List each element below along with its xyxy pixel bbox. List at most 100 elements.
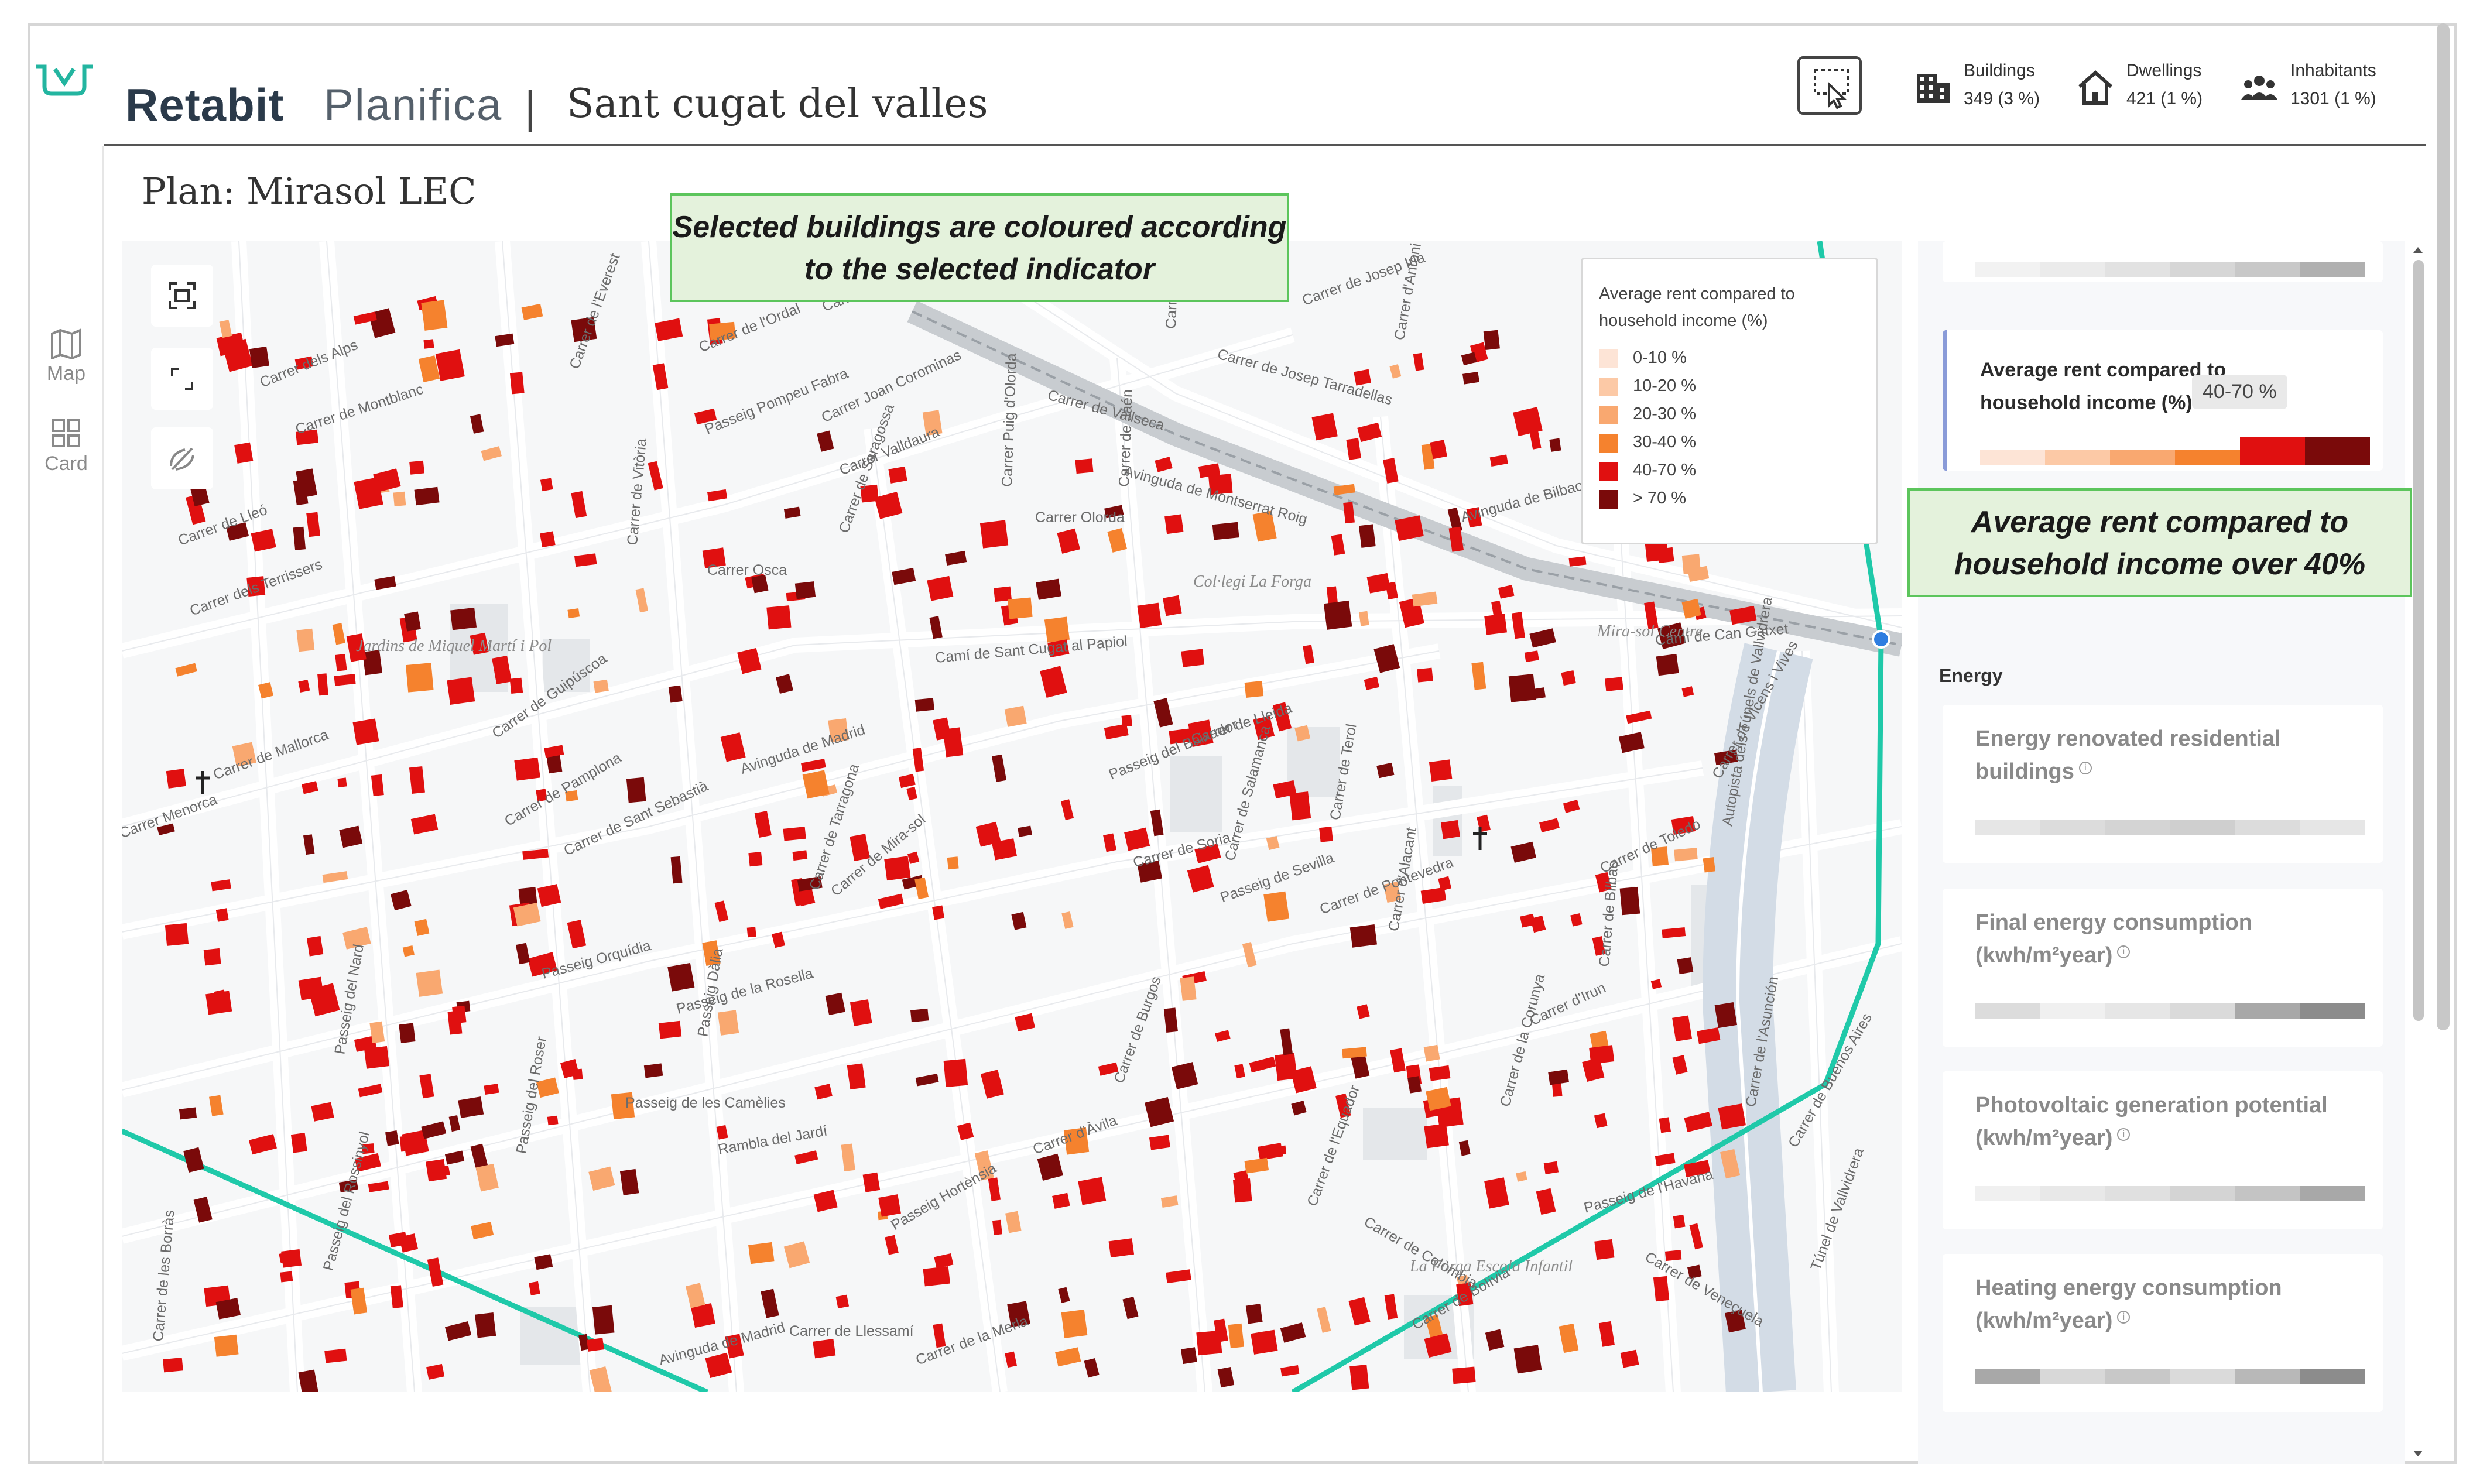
building-shape[interactable] bbox=[290, 1133, 307, 1153]
building-shape[interactable] bbox=[1594, 1113, 1608, 1129]
building-shape[interactable] bbox=[1674, 848, 1698, 862]
building-shape[interactable] bbox=[1483, 330, 1500, 351]
building-shape[interactable] bbox=[470, 414, 484, 434]
building-shape[interactable] bbox=[1121, 715, 1132, 727]
building-shape[interactable] bbox=[1461, 352, 1477, 366]
building-shape[interactable] bbox=[303, 834, 315, 855]
building-shape[interactable] bbox=[1103, 833, 1116, 852]
building-shape[interactable] bbox=[862, 1172, 881, 1192]
building-shape[interactable] bbox=[1349, 1365, 1369, 1390]
building-shape[interactable] bbox=[761, 1288, 779, 1318]
building-shape[interactable] bbox=[1348, 1297, 1371, 1326]
scroll-up-icon[interactable] bbox=[2407, 241, 2429, 259]
building-shape[interactable] bbox=[334, 674, 356, 686]
building-shape[interactable] bbox=[1536, 1188, 1556, 1215]
building-shape[interactable] bbox=[588, 1166, 615, 1191]
building-shape[interactable] bbox=[1075, 458, 1094, 474]
building-shape[interactable] bbox=[927, 575, 954, 601]
building-shape[interactable] bbox=[1471, 662, 1486, 690]
building-shape[interactable] bbox=[593, 679, 609, 693]
building-shape[interactable] bbox=[249, 346, 269, 368]
page-scrollbar-thumb[interactable] bbox=[2437, 23, 2450, 1030]
building-shape[interactable] bbox=[529, 1281, 540, 1295]
building-shape[interactable] bbox=[1233, 1178, 1252, 1203]
building-shape[interactable] bbox=[1244, 681, 1264, 698]
building-shape[interactable] bbox=[298, 680, 310, 693]
scroll-down-icon[interactable] bbox=[2407, 1445, 2429, 1462]
building-shape[interactable] bbox=[1672, 1015, 1693, 1041]
building-shape[interactable] bbox=[211, 879, 231, 892]
building-shape[interactable] bbox=[416, 969, 443, 997]
building-shape[interactable] bbox=[1714, 1002, 1738, 1029]
panel-scrollbar[interactable] bbox=[2407, 241, 2429, 1464]
building-shape[interactable] bbox=[163, 1357, 183, 1373]
building-shape[interactable] bbox=[947, 856, 959, 870]
building-shape[interactable] bbox=[1280, 1028, 1293, 1055]
building-shape[interactable] bbox=[1040, 666, 1067, 698]
building-shape[interactable] bbox=[748, 851, 763, 867]
building-shape[interactable] bbox=[298, 1369, 319, 1392]
building-shape[interactable] bbox=[1289, 791, 1311, 821]
building-shape[interactable] bbox=[1718, 1103, 1746, 1130]
building-shape[interactable] bbox=[1364, 676, 1380, 690]
building-shape[interactable] bbox=[1598, 1321, 1615, 1347]
building-shape[interactable] bbox=[324, 1348, 347, 1363]
building-shape[interactable] bbox=[1108, 1238, 1135, 1258]
energy-card-renovated[interactable]: Energy renovated residential buildings i bbox=[1943, 705, 2383, 863]
energy-card-final-consumption[interactable]: Final energy consumption (kwh/m²year) i bbox=[1943, 889, 2383, 1047]
building-shape[interactable] bbox=[658, 1020, 682, 1039]
building-shape[interactable] bbox=[404, 611, 421, 632]
building-shape[interactable] bbox=[714, 900, 729, 923]
building-shape[interactable] bbox=[668, 685, 683, 703]
building-shape[interactable] bbox=[1057, 528, 1080, 554]
building-shape[interactable] bbox=[1561, 670, 1576, 686]
building-shape[interactable] bbox=[1052, 1192, 1070, 1209]
building-shape[interactable] bbox=[248, 1134, 277, 1155]
building-shape[interactable] bbox=[306, 935, 324, 957]
building-shape[interactable] bbox=[306, 512, 320, 537]
building-shape[interactable] bbox=[1440, 820, 1461, 839]
building-shape[interactable] bbox=[447, 677, 475, 705]
building-shape[interactable] bbox=[298, 976, 324, 1000]
building-shape[interactable] bbox=[166, 769, 186, 789]
building-shape[interactable] bbox=[1423, 1044, 1440, 1062]
panel-scrollbar-thumb[interactable] bbox=[2413, 260, 2424, 1021]
building-shape[interactable] bbox=[409, 460, 424, 475]
building-shape[interactable] bbox=[358, 1084, 383, 1098]
building-shape[interactable] bbox=[783, 1241, 810, 1269]
building-shape[interactable] bbox=[205, 991, 232, 1015]
building-shape[interactable] bbox=[1331, 534, 1345, 556]
building-shape[interactable] bbox=[619, 1168, 639, 1195]
building-shape[interactable] bbox=[1563, 800, 1580, 813]
building-shape[interactable] bbox=[1124, 827, 1150, 851]
building-shape[interactable] bbox=[540, 531, 556, 548]
building-shape[interactable] bbox=[475, 1163, 499, 1192]
building-shape[interactable] bbox=[1317, 1307, 1331, 1333]
building-shape[interactable] bbox=[1703, 857, 1715, 873]
select-buildings-button[interactable] bbox=[1797, 56, 1862, 115]
building-shape[interactable] bbox=[296, 628, 315, 652]
building-shape[interactable] bbox=[748, 1242, 775, 1264]
building-shape[interactable] bbox=[988, 1177, 1001, 1201]
building-shape[interactable] bbox=[1215, 1030, 1231, 1042]
building-shape[interactable] bbox=[979, 520, 1009, 549]
info-icon[interactable]: i bbox=[2117, 1311, 2131, 1324]
building-shape[interactable] bbox=[1349, 924, 1378, 948]
building-shape[interactable] bbox=[1055, 1347, 1081, 1367]
building-shape[interactable] bbox=[847, 1063, 866, 1090]
building-shape[interactable] bbox=[992, 1219, 1002, 1235]
building-shape[interactable] bbox=[280, 1271, 293, 1283]
building-shape[interactable] bbox=[592, 1305, 615, 1335]
building-shape[interactable] bbox=[794, 581, 816, 599]
fit-bounds-button[interactable] bbox=[151, 265, 213, 327]
building-shape[interactable] bbox=[1228, 1323, 1244, 1349]
building-shape[interactable] bbox=[203, 948, 221, 966]
building-shape[interactable] bbox=[183, 1147, 204, 1173]
building-shape[interactable] bbox=[458, 1096, 484, 1118]
building-shape[interactable] bbox=[1413, 352, 1424, 371]
building-shape[interactable] bbox=[888, 466, 907, 484]
building-shape[interactable] bbox=[481, 446, 502, 461]
building-shape[interactable] bbox=[754, 811, 772, 838]
building-shape[interactable] bbox=[1681, 554, 1701, 574]
building-shape[interactable] bbox=[1018, 825, 1032, 837]
